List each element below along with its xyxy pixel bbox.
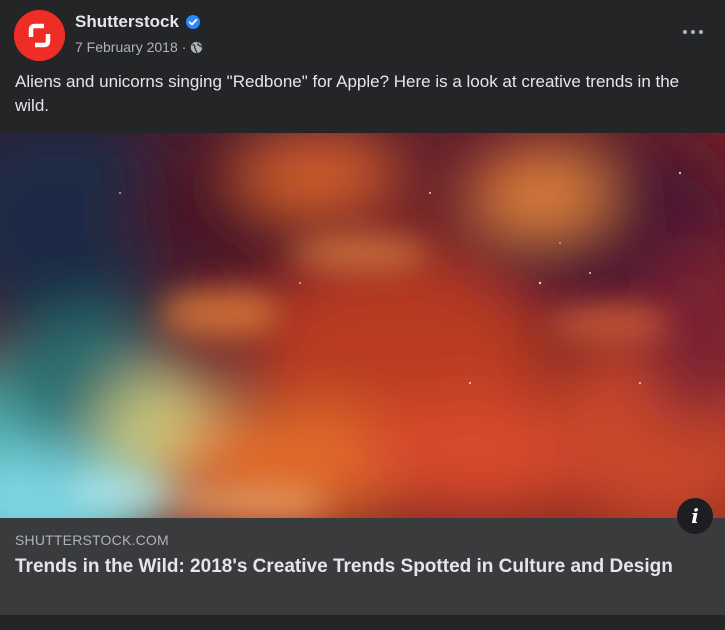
link-preview[interactable]: SHUTTERSTOCK.COM Trends in the Wild: 201… [0,518,725,615]
link-image[interactable] [0,133,725,518]
link-domain: SHUTTERSTOCK.COM [15,532,169,548]
link-title[interactable]: Trends in the Wild: 2018's Creative Tren… [15,554,675,579]
more-options-button[interactable] [675,18,711,46]
post-footer [0,615,725,630]
info-icon: i [691,504,699,528]
post-meta: 7 February 2018 · [75,38,203,56]
name-row: Shutterstock [75,11,201,33]
post-date[interactable]: 7 February 2018 [75,39,178,55]
post-text: Aliens and unicorns singing "Redbone" fo… [15,72,680,115]
verified-badge-icon [185,15,200,29]
page-avatar[interactable] [14,10,65,61]
meta-separator: · [181,39,187,55]
post-header: Shutterstock 7 February 2018 · [0,0,725,66]
page-name[interactable]: Shutterstock [75,12,179,32]
globe-icon [191,41,203,53]
shutterstock-logo-icon [14,10,65,61]
more-options-icon-dot [691,30,695,34]
info-button[interactable]: i [677,498,713,534]
more-options-icon [683,30,687,34]
more-options-icon-dot [699,30,703,34]
facebook-post: Shutterstock 7 February 2018 · Aliens an… [0,0,725,630]
